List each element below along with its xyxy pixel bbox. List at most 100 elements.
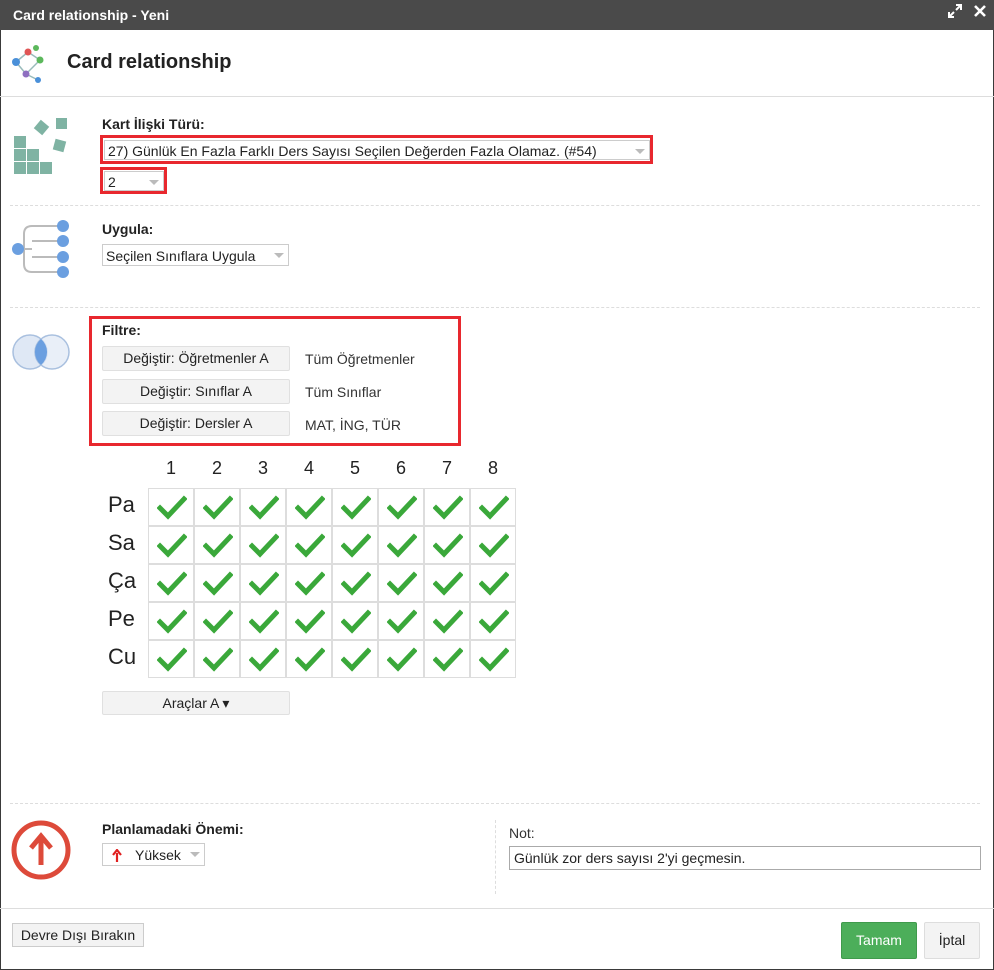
close-icon[interactable]	[970, 4, 990, 24]
chevron-down-icon	[190, 852, 200, 857]
grid-cell[interactable]	[286, 526, 332, 564]
page-title: Card relationship	[67, 51, 232, 73]
checkmark-icon	[249, 495, 279, 520]
note-label: Not:	[509, 825, 535, 841]
title-bar: Card relationship - Yeni	[0, 0, 994, 30]
branch-icon	[12, 220, 69, 278]
grid-column-header[interactable]: 1	[148, 458, 194, 479]
grid-cell[interactable]	[148, 488, 194, 526]
grid-column-header[interactable]: 5	[332, 458, 378, 479]
grid-cell[interactable]	[470, 564, 516, 602]
checkmark-icon	[203, 533, 233, 558]
grid-cell[interactable]	[286, 640, 332, 678]
grid-cell[interactable]	[378, 526, 424, 564]
grid-row-header[interactable]: Sa	[108, 530, 135, 556]
grid-cell[interactable]	[194, 640, 240, 678]
grid-cell[interactable]	[424, 640, 470, 678]
grid-cell[interactable]	[194, 602, 240, 640]
grid-cell[interactable]	[424, 526, 470, 564]
checkmark-icon	[387, 533, 417, 558]
checkmark-icon	[387, 495, 417, 520]
checkmark-icon	[295, 609, 325, 634]
grid-row-header[interactable]: Pe	[108, 606, 135, 632]
grid-cell[interactable]	[332, 602, 378, 640]
grid-cell[interactable]	[194, 526, 240, 564]
checkmark-icon	[157, 571, 187, 596]
checkmark-icon	[249, 647, 279, 672]
change-classes-button[interactable]: Değiştir: Sınıflar A	[102, 379, 290, 404]
grid-cell[interactable]	[148, 526, 194, 564]
grid-column-header[interactable]: 2	[194, 458, 240, 479]
grid-column-header[interactable]: 4	[286, 458, 332, 479]
filter-label: Filtre:	[102, 322, 141, 338]
importance-select[interactable]: Yüksek	[102, 843, 205, 866]
grid-cell[interactable]	[470, 488, 516, 526]
grid-cell[interactable]	[240, 602, 286, 640]
grid-cell[interactable]	[148, 564, 194, 602]
checkmark-icon	[203, 647, 233, 672]
grid-cell[interactable]	[470, 602, 516, 640]
grid-cell[interactable]	[470, 526, 516, 564]
change-subjects-button[interactable]: Değiştir: Dersler A	[102, 411, 290, 436]
grid-cell[interactable]	[332, 564, 378, 602]
grid-column-header[interactable]: 8	[470, 458, 516, 479]
network-icon	[12, 45, 44, 83]
checkmark-icon	[249, 533, 279, 558]
grid-cell[interactable]	[332, 640, 378, 678]
grid-cell[interactable]	[378, 640, 424, 678]
grid-cell[interactable]	[240, 488, 286, 526]
grid-cell[interactable]	[378, 602, 424, 640]
checkmark-icon	[433, 609, 463, 634]
checkmark-icon	[479, 647, 509, 672]
maximize-icon[interactable]	[945, 4, 965, 24]
grid-cell[interactable]	[378, 564, 424, 602]
checkmark-icon	[157, 609, 187, 634]
grid-cell[interactable]	[378, 488, 424, 526]
note-input[interactable]: Günlük zor ders sayısı 2'yi geçmesin.	[509, 846, 981, 870]
grid-cell[interactable]	[332, 488, 378, 526]
grid-cell[interactable]	[424, 488, 470, 526]
priority-up-icon	[11, 820, 71, 880]
change-teachers-button[interactable]: Değiştir: Öğretmenler A	[102, 346, 290, 371]
grid-cell[interactable]	[286, 564, 332, 602]
checkmark-icon	[249, 609, 279, 634]
grid-cell[interactable]	[424, 602, 470, 640]
disable-button[interactable]: Devre Dışı Bırakın	[12, 923, 144, 947]
grid-cell[interactable]	[332, 526, 378, 564]
grid-cell[interactable]	[194, 564, 240, 602]
grid-cell[interactable]	[240, 564, 286, 602]
grid-cell[interactable]	[240, 640, 286, 678]
grid-cell[interactable]	[470, 640, 516, 678]
subjects-filter-value: MAT, İNG, TÜR	[305, 417, 401, 433]
grid-cell[interactable]	[424, 564, 470, 602]
grid-row-header[interactable]: Pa	[108, 492, 135, 518]
classes-filter-value: Tüm Sınıflar	[305, 384, 382, 400]
checkmark-icon	[387, 609, 417, 634]
grid-cell[interactable]	[148, 602, 194, 640]
grid-cell[interactable]	[148, 640, 194, 678]
grid-row-header[interactable]: Ça	[108, 568, 136, 594]
blocks-icon	[14, 118, 67, 174]
checkmark-icon	[479, 533, 509, 558]
grid-cell[interactable]	[286, 602, 332, 640]
teachers-filter-value: Tüm Öğretmenler	[305, 351, 415, 367]
grid-cell[interactable]	[194, 488, 240, 526]
grid-cell[interactable]	[240, 526, 286, 564]
checkmark-icon	[295, 495, 325, 520]
dialog-header: Card relationship	[0, 30, 994, 97]
divider	[10, 803, 980, 804]
ok-button[interactable]: Tamam	[841, 922, 917, 959]
checkmark-icon	[341, 609, 371, 634]
divider	[495, 820, 496, 894]
apply-select[interactable]: Seçilen Sınıflara Uygula	[102, 244, 289, 266]
grid-column-header[interactable]: 7	[424, 458, 470, 479]
grid-row-header[interactable]: Cu	[108, 644, 136, 670]
grid-column-header[interactable]: 6	[378, 458, 424, 479]
cancel-button[interactable]: İptal	[924, 922, 980, 959]
grid-cell[interactable]	[286, 488, 332, 526]
grid-column-header[interactable]: 3	[240, 458, 286, 479]
window-title: Card relationship - Yeni	[13, 7, 170, 23]
tools-button[interactable]: Araçlar A ▾	[102, 691, 290, 715]
checkmark-icon	[341, 533, 371, 558]
highlight-box	[100, 135, 653, 164]
